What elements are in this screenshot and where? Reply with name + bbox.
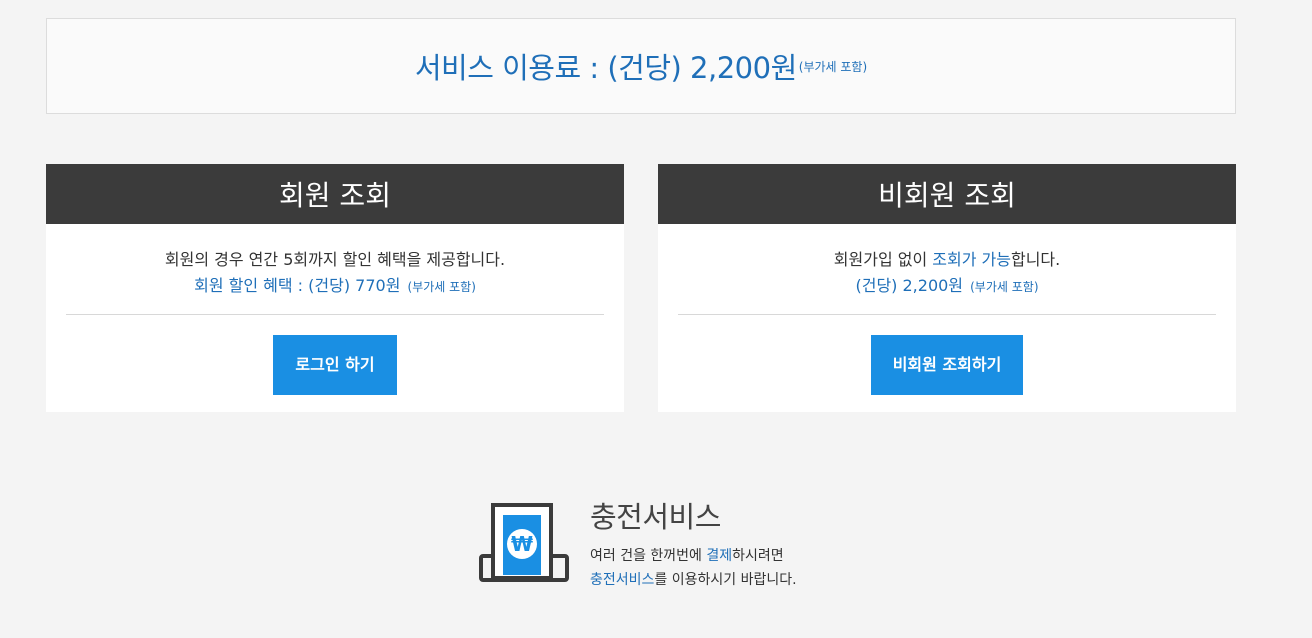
login-button[interactable]: 로그인 하기: [273, 335, 397, 395]
guest-lookup-title: 비회원 조회: [658, 164, 1236, 224]
charge-desc-line1-post: 하시려면: [732, 548, 784, 564]
member-lookup-title: 회원 조회: [46, 164, 624, 224]
charge-service-desc: 여러 건을 한꺼번에 결제하시려면 충전서비스를 이용하시기 바랍니다.: [590, 544, 797, 592]
guest-lookup-card: 비회원 조회 회원가입 없이 조회가 가능합니다. (건당) 2,200원 (부…: [658, 164, 1236, 412]
member-discount-line: 회원 할인 혜택 : (건당) 770원 (부가세 포함): [46, 272, 624, 295]
guest-desc-pre: 회원가입 없이: [833, 250, 933, 269]
charge-desc-line1-highlight: 결제: [706, 548, 733, 564]
guest-lookup-body: 회원가입 없이 조회가 가능합니다. (건당) 2,200원 (부가세 포함) …: [658, 246, 1236, 395]
won-glyph: ₩: [511, 532, 533, 556]
member-discount-vat-note: (부가세 포함): [407, 280, 476, 294]
service-fee-text: 서비스 이용료 : (건당) 2,200원: [414, 51, 797, 85]
guest-desc-highlight: 조회가 가능: [932, 250, 1011, 269]
service-fee-box: 서비스 이용료 : (건당) 2,200원 (부가세 포함): [46, 18, 1236, 114]
charge-desc-line1: 여러 건을 한꺼번에 결제하시려면: [590, 544, 797, 568]
guest-price-line: (건당) 2,200원 (부가세 포함): [658, 272, 1236, 295]
charge-service-link[interactable]: 충전서비스: [590, 572, 654, 588]
service-fee-vat-note: (부가세 포함): [798, 59, 868, 74]
guest-divider: [678, 314, 1216, 315]
guest-price-vat-note: (부가세 포함): [970, 280, 1039, 294]
won-receipt-icon: ₩: [479, 503, 569, 582]
member-lookup-body: 회원의 경우 연간 5회까지 할인 혜택을 제공합니다. 회원 할인 혜택 : …: [46, 246, 624, 395]
guest-lookup-button[interactable]: 비회원 조회하기: [870, 335, 1024, 395]
member-benefit-desc: 회원의 경우 연간 5회까지 할인 혜택을 제공합니다.: [164, 250, 506, 269]
charge-service-title: 충전서비스: [590, 500, 721, 534]
member-divider: [66, 314, 604, 315]
charge-desc-line2: 충전서비스를 이용하시기 바랍니다.: [590, 568, 797, 592]
member-discount-price: 회원 할인 혜택 : (건당) 770원: [194, 276, 401, 295]
member-lookup-card: 회원 조회 회원의 경우 연간 5회까지 할인 혜택을 제공합니다. 회원 할인…: [46, 164, 624, 412]
guest-price: (건당) 2,200원: [855, 276, 964, 295]
charge-desc-line1-pre: 여러 건을 한꺼번에: [590, 548, 707, 564]
guest-desc-post: 합니다.: [1010, 250, 1061, 269]
charge-desc-line2-post: 를 이용하시기 바랍니다.: [654, 572, 797, 588]
charge-service-section: ₩ 충전서비스 여러 건을 한꺼번에 결제하시려면 충전서비스를 이용하시기 바…: [478, 494, 898, 604]
guest-desc: 회원가입 없이 조회가 가능합니다.: [658, 246, 1236, 269]
